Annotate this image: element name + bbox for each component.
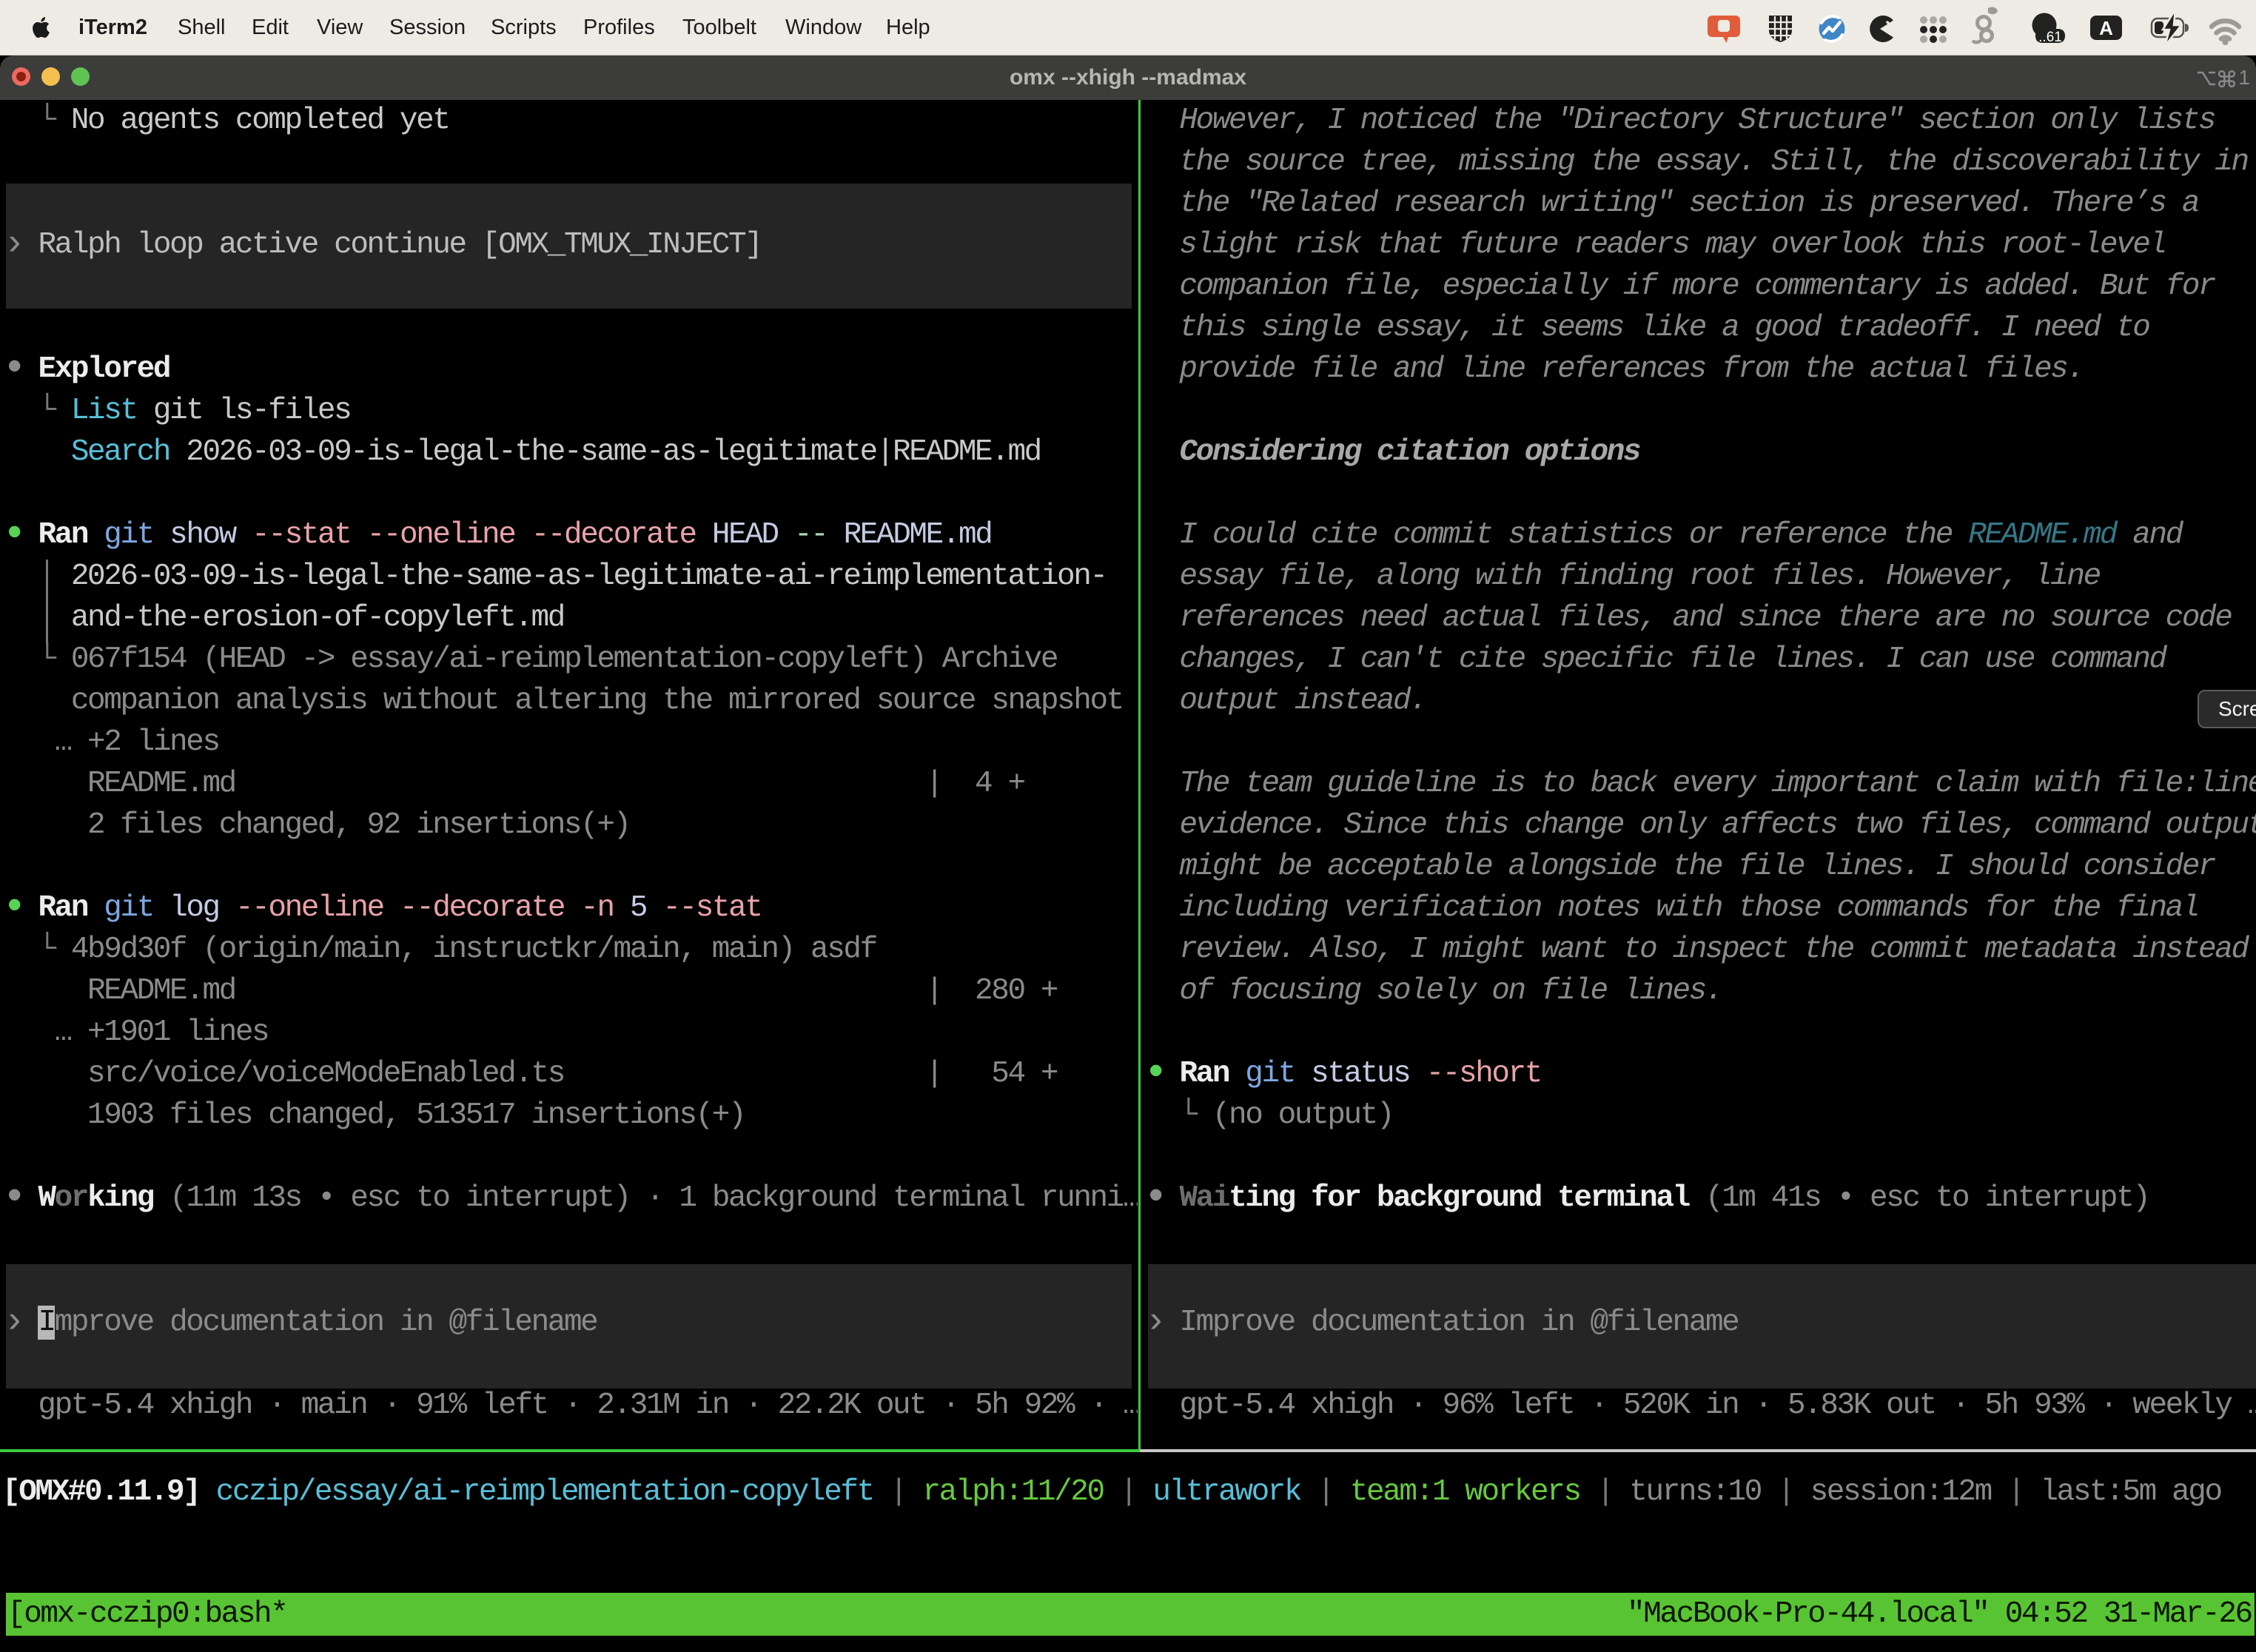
- svg-text:A: A: [2099, 17, 2113, 39]
- svg-text:..61: ..61: [2038, 30, 2062, 45]
